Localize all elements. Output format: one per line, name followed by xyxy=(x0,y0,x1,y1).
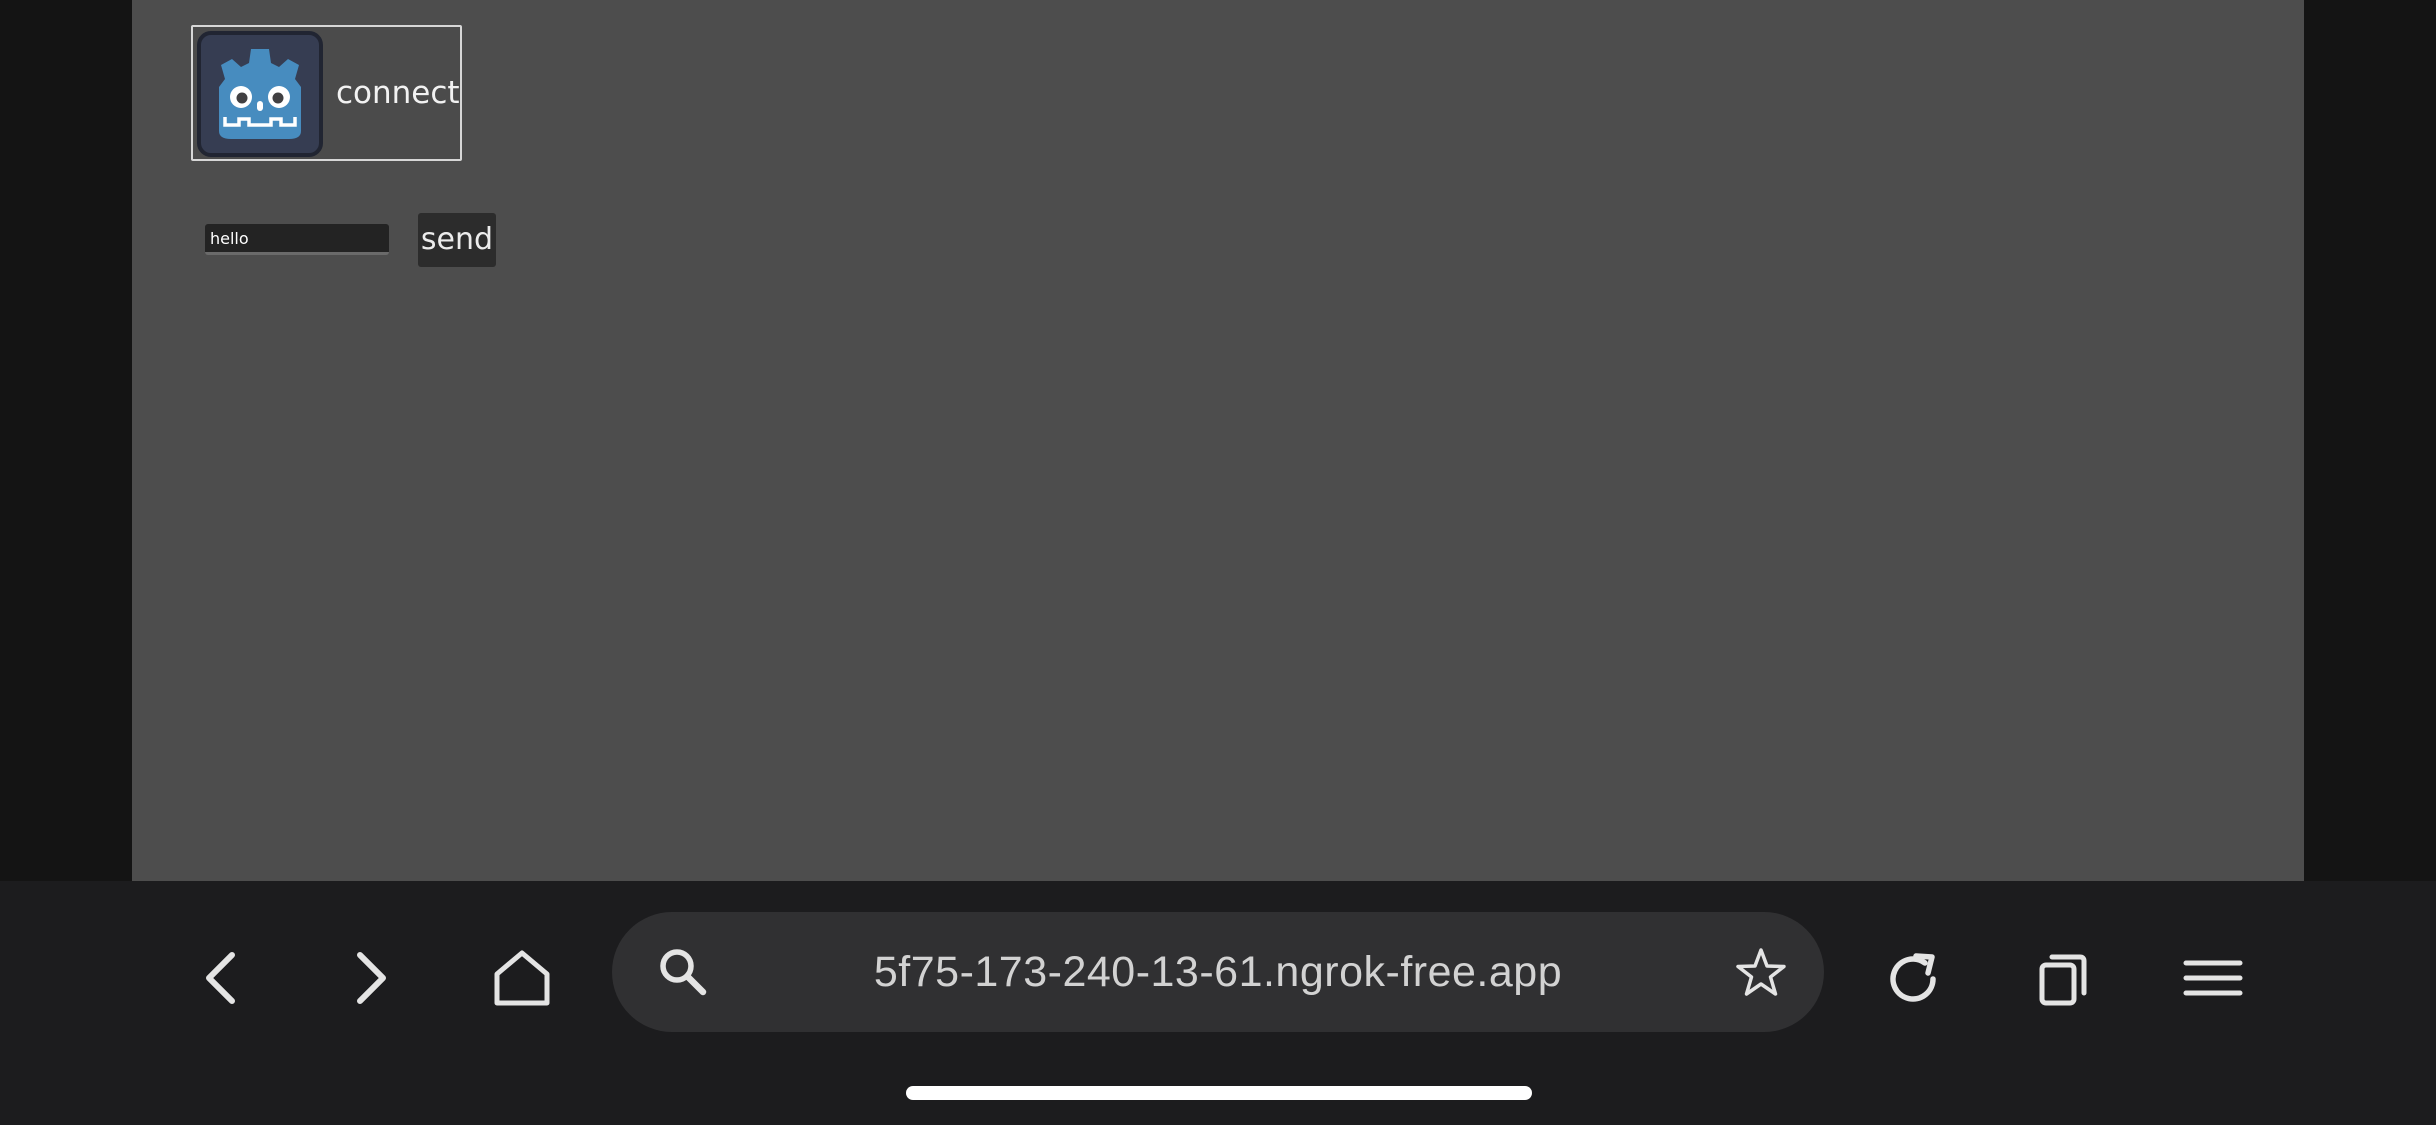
address-bar[interactable]: 5f75-173-240-13-61.ngrok-free.app xyxy=(612,912,1824,1032)
reload-icon xyxy=(1890,953,1936,1002)
browser-toolbar: 5f75-173-240-13-61.ngrok-free.app xyxy=(0,881,2436,1125)
message-input[interactable] xyxy=(205,224,389,255)
home-indicator[interactable] xyxy=(906,1086,1532,1100)
tabs-icon xyxy=(2039,954,2087,1006)
connect-label: connect xyxy=(336,75,460,111)
connect-button[interactable]: connect xyxy=(191,25,462,161)
tabs-button[interactable] xyxy=(2028,943,2098,1013)
home-icon xyxy=(494,950,550,1006)
send-button[interactable]: send xyxy=(418,213,496,267)
back-button[interactable] xyxy=(187,943,257,1013)
godot-logo-icon xyxy=(197,31,323,157)
menu-icon xyxy=(2183,960,2243,996)
url-text: 5f75-173-240-13-61.ngrok-free.app xyxy=(873,948,1563,996)
forward-icon xyxy=(357,952,386,1004)
forward-button[interactable] xyxy=(335,943,405,1013)
home-button[interactable] xyxy=(487,943,557,1013)
game-viewport: connect send xyxy=(132,0,2304,881)
reload-button[interactable] xyxy=(1878,943,1948,1013)
letterbox-right xyxy=(2304,0,2436,881)
back-icon xyxy=(206,952,235,1004)
device-screen: connect send 5f75-173-240-13-61 xyxy=(0,0,2436,1125)
letterbox-left xyxy=(0,0,132,881)
menu-button[interactable] xyxy=(2178,943,2248,1013)
search-icon xyxy=(660,949,707,996)
bookmark-star-icon[interactable] xyxy=(1726,937,1796,1007)
